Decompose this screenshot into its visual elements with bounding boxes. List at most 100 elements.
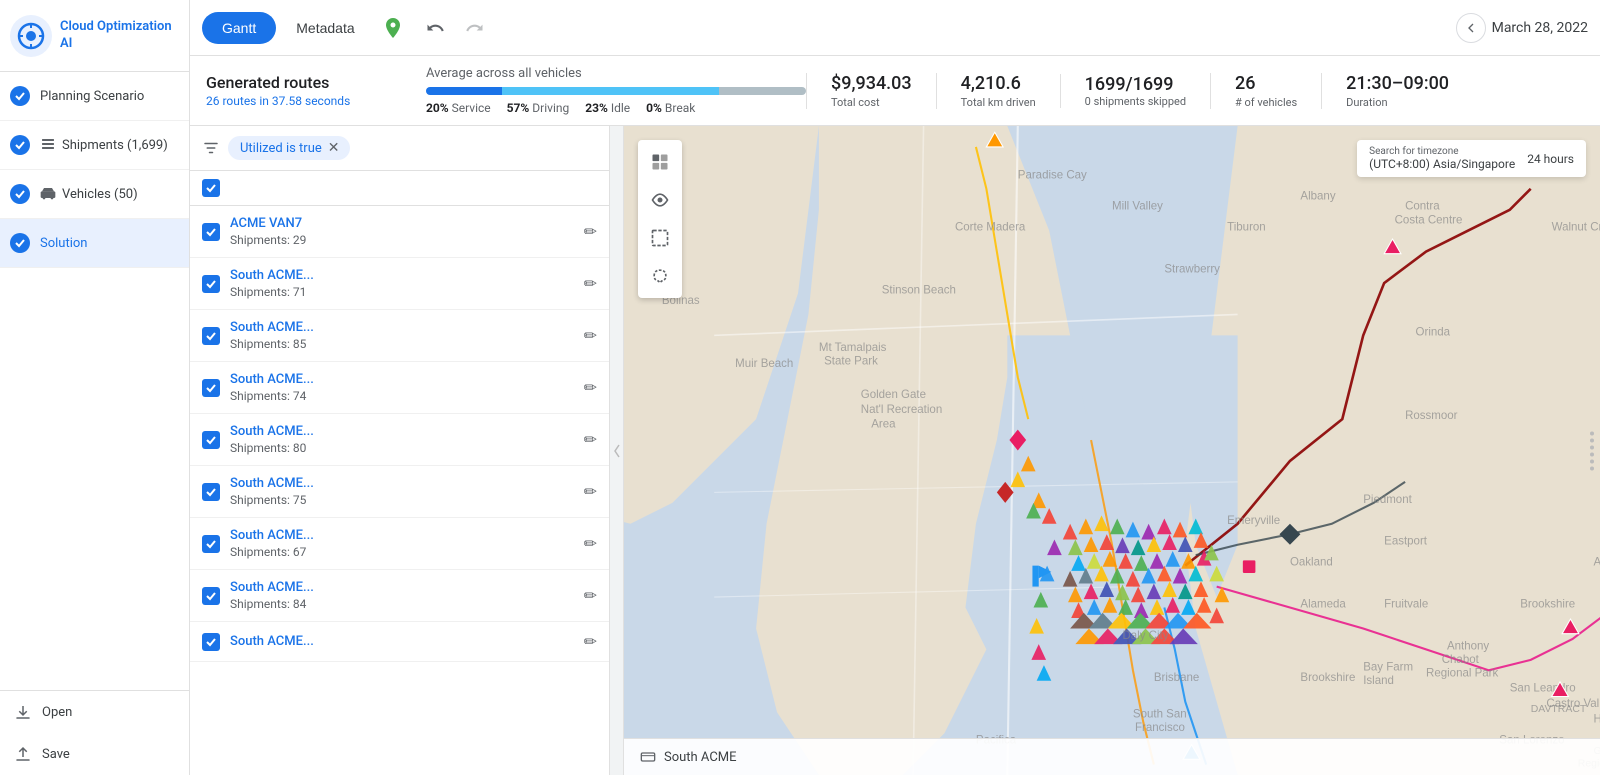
svg-text:Tiburon: Tiburon	[1227, 222, 1266, 234]
select-area-button[interactable]	[642, 220, 678, 256]
redo-button[interactable]	[459, 12, 491, 44]
undo-button[interactable]	[419, 12, 451, 44]
vehicle-row[interactable]: South ACME... Shipments: 84 ✏	[190, 570, 609, 622]
open-label: Open	[42, 705, 72, 720]
vehicle-shipments-7: Shipments: 84	[230, 597, 584, 611]
dot-6	[1590, 466, 1594, 470]
open-icon	[14, 703, 32, 721]
duration-label: Duration	[1346, 96, 1449, 109]
svg-text:DAVTRACT: DAVTRACT	[1531, 704, 1587, 715]
filter-button[interactable]	[202, 139, 220, 157]
map-expand-handle[interactable]	[1590, 431, 1594, 470]
avg-label: Average across all vehicles	[426, 66, 806, 81]
edit-icon-4[interactable]: ✏	[584, 430, 597, 449]
save-button[interactable]: Save	[0, 733, 189, 775]
collapse-handle[interactable]	[610, 126, 624, 775]
lasso-select-button[interactable]	[642, 258, 678, 294]
vehicle-name-5: South ACME...	[230, 476, 584, 491]
eye-icon	[650, 190, 670, 210]
shipments-ratio-value: 1699/1699	[1085, 74, 1186, 95]
vehicle-row[interactable]: South ACME... Shipments: 80 ✏	[190, 414, 609, 466]
svg-text:Francisco: Francisco	[1135, 722, 1185, 734]
edit-icon-8[interactable]: ✏	[584, 632, 597, 651]
satellite-view-button[interactable]	[642, 144, 678, 180]
edit-icon-6[interactable]: ✏	[584, 534, 597, 553]
edit-icon-0[interactable]: ✏	[584, 222, 597, 241]
sidebar-item-label-vehicles: Vehicles (50)	[62, 187, 138, 202]
edit-icon-1[interactable]: ✏	[584, 274, 597, 293]
svg-text:Mill Valley: Mill Valley	[1112, 201, 1163, 213]
logo-text: Cloud Optimization AI	[60, 19, 179, 53]
timezone-section: Search for timezone (UTC+8:00) Asia/Sing…	[1369, 146, 1515, 171]
date-prev-button[interactable]	[1456, 13, 1486, 43]
vehicle-checkbox-0[interactable]	[202, 223, 220, 241]
svg-text:Brookshire: Brookshire	[1520, 599, 1575, 611]
vehicle-checkbox-1[interactable]	[202, 275, 220, 293]
check-icon-vehicles	[10, 184, 30, 204]
vehicle-checkbox-4[interactable]	[202, 431, 220, 449]
map-area[interactable]: Golden Gate Nat'l Recreation Area Muir B…	[624, 126, 1600, 775]
vehicle-row[interactable]: ACME VAN7 Shipments: 29 ✏	[190, 206, 609, 258]
shipments-skipped-sub: 0 shipments skipped	[1085, 95, 1186, 108]
shipments-skipped-stat: 1699/1699 0 shipments skipped	[1060, 74, 1210, 108]
avg-section: Average across all vehicles 20% Service …	[426, 66, 806, 115]
total-cost-stat: $9,934.03 Total cost	[806, 73, 936, 109]
gantt-button[interactable]: Gantt	[202, 12, 276, 44]
idle-label: 23% Idle	[585, 101, 630, 115]
open-button[interactable]: Open	[0, 691, 189, 733]
edit-icon-3[interactable]: ✏	[584, 378, 597, 397]
sidebar-item-planning-scenario[interactable]: Planning Scenario	[0, 72, 189, 121]
vehicle-shipments-2: Shipments: 85	[230, 337, 584, 351]
routes-unit: seconds	[305, 94, 350, 108]
duration-stat: 21:30–09:00 Duration	[1321, 73, 1473, 109]
vehicle-info-5: South ACME... Shipments: 75	[230, 476, 584, 507]
map-pin-button[interactable]	[375, 10, 411, 46]
map-svg: Golden Gate Nat'l Recreation Area Muir B…	[624, 126, 1600, 775]
vehicle-row[interactable]: South ACME... Shipments: 71 ✏	[190, 258, 609, 310]
filter-chip-utilized[interactable]: Utilized is true ✕	[228, 136, 350, 160]
svg-text:Orinda: Orinda	[1416, 326, 1451, 338]
timezone-search-label: Search for timezone	[1369, 146, 1515, 157]
svg-text:Alamo Oaks: Alamo Oaks	[1594, 557, 1600, 569]
vehicle-info-3: South ACME... Shipments: 74	[230, 372, 584, 403]
vehicle-row[interactable]: South ACME... Shipments: 85 ✏	[190, 310, 609, 362]
vehicle-name-3: South ACME...	[230, 372, 584, 387]
vehicle-row[interactable]: South ACME... Shipments: 75 ✏	[190, 466, 609, 518]
vehicle-name-2: South ACME...	[230, 320, 584, 335]
vehicle-checkbox-6[interactable]	[202, 535, 220, 553]
vehicle-checkbox-7[interactable]	[202, 587, 220, 605]
edit-icon-5[interactable]: ✏	[584, 482, 597, 501]
edit-icon-7[interactable]: ✏	[584, 586, 597, 605]
svg-text:Walnut Creek: Walnut Creek	[1552, 222, 1600, 234]
satellite-icon	[650, 152, 670, 172]
svg-text:Mt Tamalpais: Mt Tamalpais	[819, 342, 887, 354]
vehicle-info-6: South ACME... Shipments: 67	[230, 528, 584, 559]
bottom-label-text: South ACME	[664, 750, 737, 765]
sidebar-item-vehicles[interactable]: Vehicles (50)	[0, 170, 189, 219]
total-km-value: 4,210.6	[961, 73, 1036, 94]
select-all-checkbox[interactable]	[202, 179, 220, 197]
vehicle-shipments-6: Shipments: 67	[230, 545, 584, 559]
vehicle-checkbox-3[interactable]	[202, 379, 220, 397]
sidebar-item-solution[interactable]: Solution	[0, 219, 189, 268]
svg-text:Chabot: Chabot	[1442, 654, 1480, 666]
vehicle-checkbox-2[interactable]	[202, 327, 220, 345]
filter-chip-close[interactable]: ✕	[328, 140, 340, 156]
vehicle-checkbox-8[interactable]	[202, 633, 220, 651]
metadata-button[interactable]: Metadata	[284, 12, 366, 44]
sidebar-item-shipments[interactable]: Shipments (1,699)	[0, 121, 189, 170]
visibility-button[interactable]	[642, 182, 678, 218]
save-label: Save	[42, 747, 70, 762]
svg-text:Golden Gate: Golden Gate	[861, 389, 926, 401]
edit-icon-2[interactable]: ✏	[584, 326, 597, 345]
vehicle-row[interactable]: South ACME... Shipments: 74 ✏	[190, 362, 609, 414]
vehicle-shipments-4: Shipments: 80	[230, 441, 584, 455]
vehicles-count-value: 26	[1235, 73, 1297, 94]
vehicle-checkbox-5[interactable]	[202, 483, 220, 501]
svg-text:Paradise Cay: Paradise Cay	[1018, 169, 1087, 181]
vehicle-row[interactable]: South ACME... ✏	[190, 622, 609, 662]
progress-bar	[426, 87, 806, 95]
vehicle-name-6: South ACME...	[230, 528, 584, 543]
vehicle-row[interactable]: South ACME... Shipments: 67 ✏	[190, 518, 609, 570]
select-all-row[interactable]	[190, 171, 609, 206]
